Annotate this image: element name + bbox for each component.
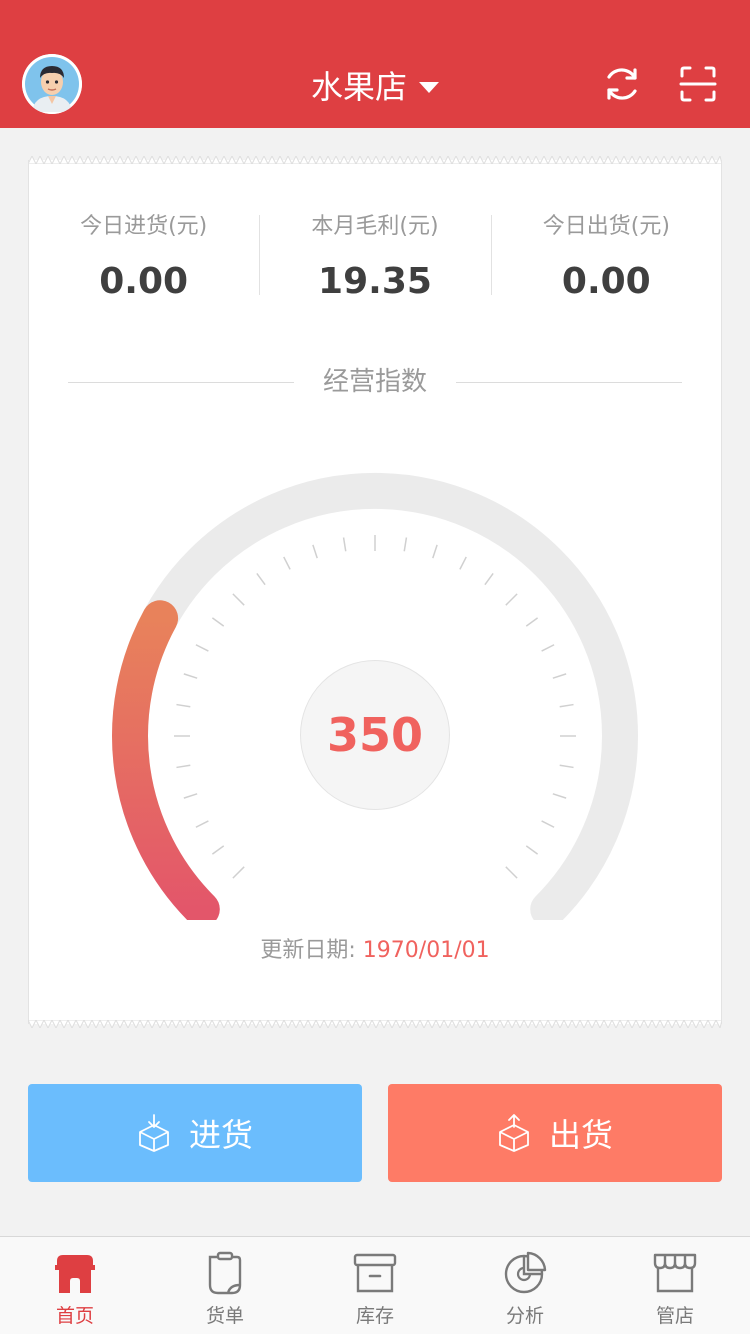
tab-analysis[interactable]: 分析 (450, 1237, 600, 1334)
update-date-label: 更新日期: (260, 938, 356, 963)
stat-value: 19.35 (318, 261, 432, 302)
gauge-tick (312, 544, 318, 559)
box-in-icon (139, 1114, 169, 1152)
gauge-tick (505, 866, 518, 879)
stat-value: 0.00 (99, 261, 189, 302)
gauge-tick (232, 593, 245, 606)
gauge-tick (176, 703, 191, 708)
box-out-icon (499, 1114, 529, 1152)
refresh-icon (607, 68, 637, 100)
tab-label: 货单 (205, 1305, 244, 1327)
stat-label: 本月毛利(元) (311, 214, 439, 239)
store-selector[interactable]: 水果店 (250, 60, 500, 110)
gauge-tick (183, 673, 198, 679)
stock-in-button[interactable]: 进货 (28, 1084, 362, 1182)
stat-today-sales: 今日出货(元) 0.00 (490, 210, 722, 302)
tab-label: 库存 (355, 1305, 394, 1327)
business-score: 350 (326, 708, 424, 762)
gauge-tick (195, 820, 209, 828)
stat-month-profit: 本月毛利(元) 19.35 (259, 210, 490, 302)
avatar[interactable] (22, 54, 82, 114)
section-divider: 经营指数 (68, 362, 682, 402)
divider-line (456, 382, 682, 383)
pie-chart-icon (504, 1251, 547, 1294)
gauge-tick (552, 673, 567, 679)
scan-button[interactable] (674, 60, 722, 108)
document-icon (208, 1251, 242, 1295)
gauge-tick (283, 556, 291, 570)
update-date-value: 1970/01/01 (362, 938, 490, 963)
home-icon (55, 1255, 95, 1293)
gauge-tick (559, 764, 574, 769)
business-index-gauge: 350 (28, 440, 722, 928)
archive-icon (353, 1253, 397, 1293)
gauge-tick (176, 764, 191, 769)
gauge-tick (484, 572, 494, 586)
chevron-down-icon (419, 81, 439, 93)
tab-orders[interactable]: 货单 (150, 1237, 300, 1334)
tab-home[interactable]: 首页 (0, 1237, 150, 1334)
gauge-tick (525, 617, 539, 627)
gauge-tick (211, 845, 225, 855)
gauge-tick (403, 537, 408, 552)
tab-label: 分析 (505, 1305, 544, 1327)
gauge-tick (525, 845, 539, 855)
gauge-tick (552, 793, 567, 799)
top-bar: 水果店 (0, 0, 750, 128)
card-bottom-edge (28, 1020, 722, 1028)
gauge-tick (541, 820, 555, 828)
gauge-tick (232, 866, 245, 879)
gauge-tick (183, 793, 198, 799)
stat-today-purchase: 今日进货(元) 0.00 (28, 210, 259, 302)
store-name: 水果店 (310, 68, 407, 106)
stock-out-button[interactable]: 出货 (388, 1084, 722, 1182)
update-date-row: 更新日期: 1970/01/01 (28, 934, 722, 968)
gauge-tick (195, 644, 209, 652)
gauge-tick (211, 617, 225, 627)
stock-out-label: 出货 (548, 1116, 613, 1154)
bottom-tab-bar: 首页 货单 库存 分析 管店 (0, 1236, 750, 1334)
stock-in-label: 进货 (188, 1116, 253, 1154)
gauge-tick (342, 537, 347, 552)
stat-label: 今日出货(元) (542, 214, 670, 239)
stat-label: 今日进货(元) (80, 214, 208, 239)
tab-label: 管店 (655, 1305, 694, 1327)
gauge-tick (256, 572, 266, 586)
gauge-progress (112, 600, 220, 928)
store-icon (653, 1253, 697, 1293)
gauge-tick (432, 544, 438, 559)
score-bubble: 350 (300, 660, 450, 810)
gauge-tick (459, 556, 467, 570)
gauge-tick (559, 703, 574, 708)
gauge-tick (505, 593, 518, 606)
scan-icon (679, 66, 717, 102)
gauge-tick (541, 644, 555, 652)
tab-label: 首页 (55, 1305, 94, 1327)
stat-value: 0.00 (561, 261, 651, 302)
tab-inventory[interactable]: 库存 (300, 1237, 450, 1334)
overview-card: 今日进货(元) 0.00 本月毛利(元) 19.35 今日出货(元) 0.00 … (28, 156, 722, 1028)
refresh-button[interactable] (598, 60, 646, 108)
card-top-edge (28, 156, 722, 164)
stats-row: 今日进货(元) 0.00 本月毛利(元) 19.35 今日出货(元) 0.00 (28, 210, 722, 302)
tab-store[interactable]: 管店 (600, 1237, 750, 1334)
